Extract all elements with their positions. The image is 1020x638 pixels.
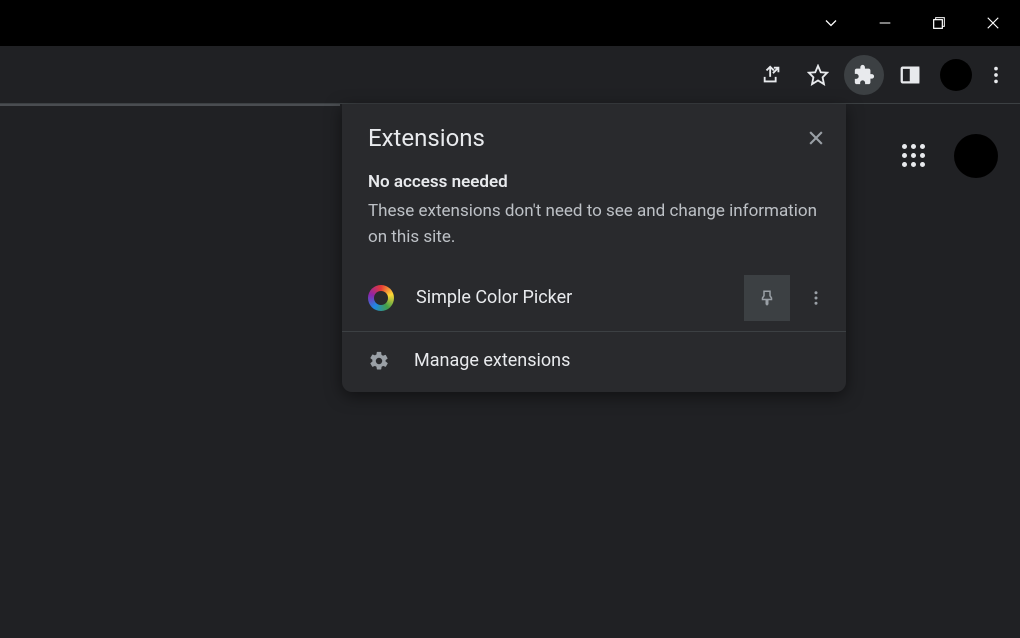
pin-icon bbox=[758, 289, 776, 307]
maximize-button[interactable] bbox=[912, 0, 966, 46]
apps-launcher[interactable] bbox=[902, 144, 926, 168]
kebab-icon bbox=[807, 289, 825, 307]
popup-close-button[interactable] bbox=[800, 122, 832, 154]
extension-row[interactable]: Simple Color Picker bbox=[342, 265, 846, 332]
kebab-icon bbox=[985, 64, 1007, 86]
no-access-heading: No access needed bbox=[368, 172, 820, 192]
maximize-icon bbox=[931, 15, 947, 31]
divider bbox=[0, 104, 340, 106]
gear-icon bbox=[368, 350, 390, 372]
bookmark-button[interactable] bbox=[798, 55, 838, 95]
puzzle-icon bbox=[853, 64, 875, 86]
manage-extensions-label: Manage extensions bbox=[414, 350, 570, 371]
popup-title: Extensions bbox=[368, 124, 485, 152]
browser-toolbar bbox=[0, 46, 1020, 104]
manage-extensions-row[interactable]: Manage extensions bbox=[342, 332, 846, 392]
popup-header: Extensions bbox=[342, 104, 846, 158]
extensions-button[interactable] bbox=[844, 55, 884, 95]
minimize-icon bbox=[877, 15, 893, 31]
close-icon bbox=[806, 128, 826, 148]
extension-name: Simple Color Picker bbox=[416, 287, 744, 308]
no-access-description: These extensions don't need to see and c… bbox=[368, 198, 820, 251]
star-icon bbox=[807, 64, 829, 86]
close-window-button[interactable] bbox=[966, 0, 1020, 46]
profile-avatar[interactable] bbox=[940, 59, 972, 91]
side-panel-button[interactable] bbox=[890, 55, 930, 95]
color-ring-icon bbox=[368, 285, 394, 311]
page-top-right bbox=[902, 134, 998, 178]
close-icon bbox=[984, 14, 1002, 32]
extension-more-button[interactable] bbox=[798, 275, 834, 321]
no-access-section: No access needed These extensions don't … bbox=[342, 158, 846, 265]
side-panel-icon bbox=[899, 64, 921, 86]
pin-button[interactable] bbox=[744, 275, 790, 321]
browser-menu-button[interactable] bbox=[982, 55, 1010, 95]
os-titlebar bbox=[0, 0, 1020, 46]
chevron-down-button[interactable] bbox=[804, 0, 858, 46]
minimize-button[interactable] bbox=[858, 0, 912, 46]
account-avatar[interactable] bbox=[954, 134, 998, 178]
share-icon bbox=[761, 64, 783, 86]
share-button[interactable] bbox=[752, 55, 792, 95]
chevron-down-icon bbox=[821, 13, 841, 33]
extensions-popup: Extensions No access needed These extens… bbox=[342, 104, 846, 392]
